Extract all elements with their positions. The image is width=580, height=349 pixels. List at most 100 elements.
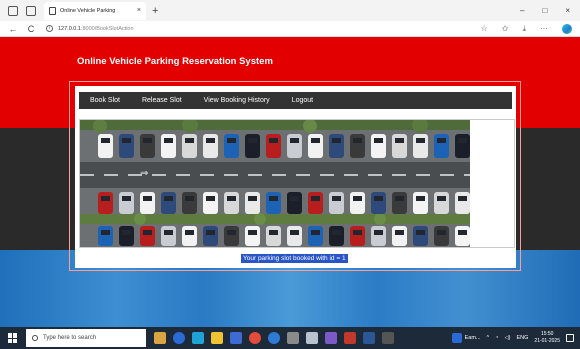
parked-car — [350, 226, 365, 246]
file-explorer-icon[interactable] — [211, 332, 223, 344]
car-windshield — [248, 230, 257, 235]
parked-car — [455, 226, 470, 246]
car-windshield — [227, 138, 236, 143]
car-windshield — [374, 138, 383, 143]
store-icon[interactable] — [230, 332, 242, 344]
browser-tab[interactable]: Online Vehicle Parking × — [44, 1, 146, 20]
windows-taskbar: Type here to search Eam... ^ ◔ ◁) ENG 15… — [0, 327, 580, 349]
url-field[interactable]: i 127.0.0.1:8000/BookSlotAction — [46, 25, 134, 32]
tab-close-icon[interactable]: × — [137, 7, 141, 14]
info-icon[interactable]: i — [46, 25, 53, 32]
parked-car — [455, 192, 470, 214]
settings-icon[interactable] — [287, 332, 299, 344]
clock[interactable]: 15:50 21-01-2025 — [534, 331, 560, 345]
chrome-icon[interactable] — [173, 332, 185, 344]
parked-car — [224, 226, 239, 246]
app-icon[interactable] — [268, 332, 280, 344]
parked-car — [161, 226, 176, 246]
notification-icon[interactable] — [566, 334, 574, 342]
taskbar-search-input[interactable]: Type here to search — [26, 329, 146, 347]
parked-car — [371, 226, 386, 246]
url-path: :8000/BookSlotAction — [80, 25, 134, 32]
network-icon[interactable]: ◔ — [495, 335, 498, 341]
browser-icon[interactable] — [249, 332, 261, 344]
car-windshield — [185, 230, 194, 235]
car-windshield — [164, 138, 173, 143]
parked-car — [371, 134, 386, 158]
car-windshield — [101, 230, 110, 235]
car-windshield — [416, 230, 425, 235]
parked-car — [140, 134, 155, 158]
profile-icon[interactable] — [8, 5, 18, 16]
car-windshield — [206, 230, 215, 235]
parked-car — [266, 192, 281, 214]
parked-car — [119, 134, 134, 158]
language-indicator[interactable]: ENG — [517, 335, 529, 341]
car-windshield — [143, 196, 152, 201]
car-windshield — [353, 196, 362, 201]
screen-icon[interactable] — [382, 332, 394, 344]
car-windshield — [395, 196, 404, 201]
car-windshield — [122, 196, 131, 201]
address-bar: ← C i 127.0.0.1:8000/BookSlotAction ☆ ✩ … — [0, 21, 580, 37]
chevron-up-icon[interactable]: ^ — [487, 335, 490, 341]
maximize-button[interactable]: □ — [542, 6, 547, 15]
car-windshield — [185, 138, 194, 143]
car-windshield — [332, 196, 341, 201]
car-windshield — [248, 196, 257, 201]
search-placeholder: Type here to search — [43, 335, 97, 341]
close-window-button[interactable]: × — [565, 6, 570, 15]
car-windshield — [143, 230, 152, 235]
running-app[interactable]: Eam... — [451, 333, 481, 343]
parked-car — [329, 192, 344, 214]
parked-car — [224, 134, 239, 158]
menu-book-slot[interactable]: Book Slot — [90, 97, 120, 104]
menu-release-slot[interactable]: Release Slot — [142, 97, 182, 104]
parked-car — [98, 192, 113, 214]
volume-icon[interactable]: ◁) — [504, 335, 510, 341]
car-windshield — [290, 230, 299, 235]
parked-car — [245, 192, 260, 214]
parked-car — [224, 192, 239, 214]
word-icon[interactable] — [363, 332, 375, 344]
menu-logout[interactable]: Logout — [292, 97, 313, 104]
tab-actions-icon[interactable] — [26, 5, 36, 16]
parked-car — [434, 226, 449, 246]
car-windshield — [269, 196, 278, 201]
parked-car — [182, 226, 197, 246]
car-windshield — [227, 230, 236, 235]
refresh-button[interactable]: C — [26, 24, 36, 34]
car-windshield — [416, 196, 425, 201]
pdf-icon[interactable] — [344, 332, 356, 344]
car-windshield — [164, 196, 173, 201]
favorites-icon[interactable]: ✩ — [502, 24, 509, 33]
favorite-star-icon[interactable]: ☆ — [481, 24, 488, 33]
terminal-icon[interactable] — [306, 332, 318, 344]
car-windshield — [248, 138, 257, 143]
parked-car — [434, 192, 449, 214]
menu-view-booking-history[interactable]: View Booking History — [204, 97, 270, 104]
car-windshield — [206, 196, 215, 201]
more-menu-icon[interactable]: ··· — [540, 24, 548, 33]
edge-taskbar-icon[interactable] — [192, 332, 204, 344]
car-windshield — [311, 230, 320, 235]
back-button[interactable]: ← — [8, 24, 18, 34]
parked-car — [329, 226, 344, 246]
parked-car — [140, 192, 155, 214]
parked-car — [182, 134, 197, 158]
new-tab-button[interactable]: + — [152, 5, 158, 17]
car-windshield — [269, 138, 278, 143]
weather-icon[interactable] — [154, 332, 166, 344]
parked-car — [287, 226, 302, 246]
pinned-apps — [154, 332, 394, 344]
edge-icon[interactable] — [562, 23, 572, 34]
editor-icon[interactable] — [325, 332, 337, 344]
parked-car — [371, 192, 386, 214]
parked-car — [266, 134, 281, 158]
download-icon[interactable]: ⤓ — [522, 24, 526, 34]
browser-tab-bar: Online Vehicle Parking × + – □ × — [0, 0, 580, 21]
windows-start-icon[interactable] — [8, 333, 18, 343]
minimize-button[interactable]: – — [520, 6, 524, 15]
system-tray: Eam... ^ ◔ ◁) ENG 15:50 21-01-2025 — [451, 331, 574, 345]
parked-car — [119, 192, 134, 214]
